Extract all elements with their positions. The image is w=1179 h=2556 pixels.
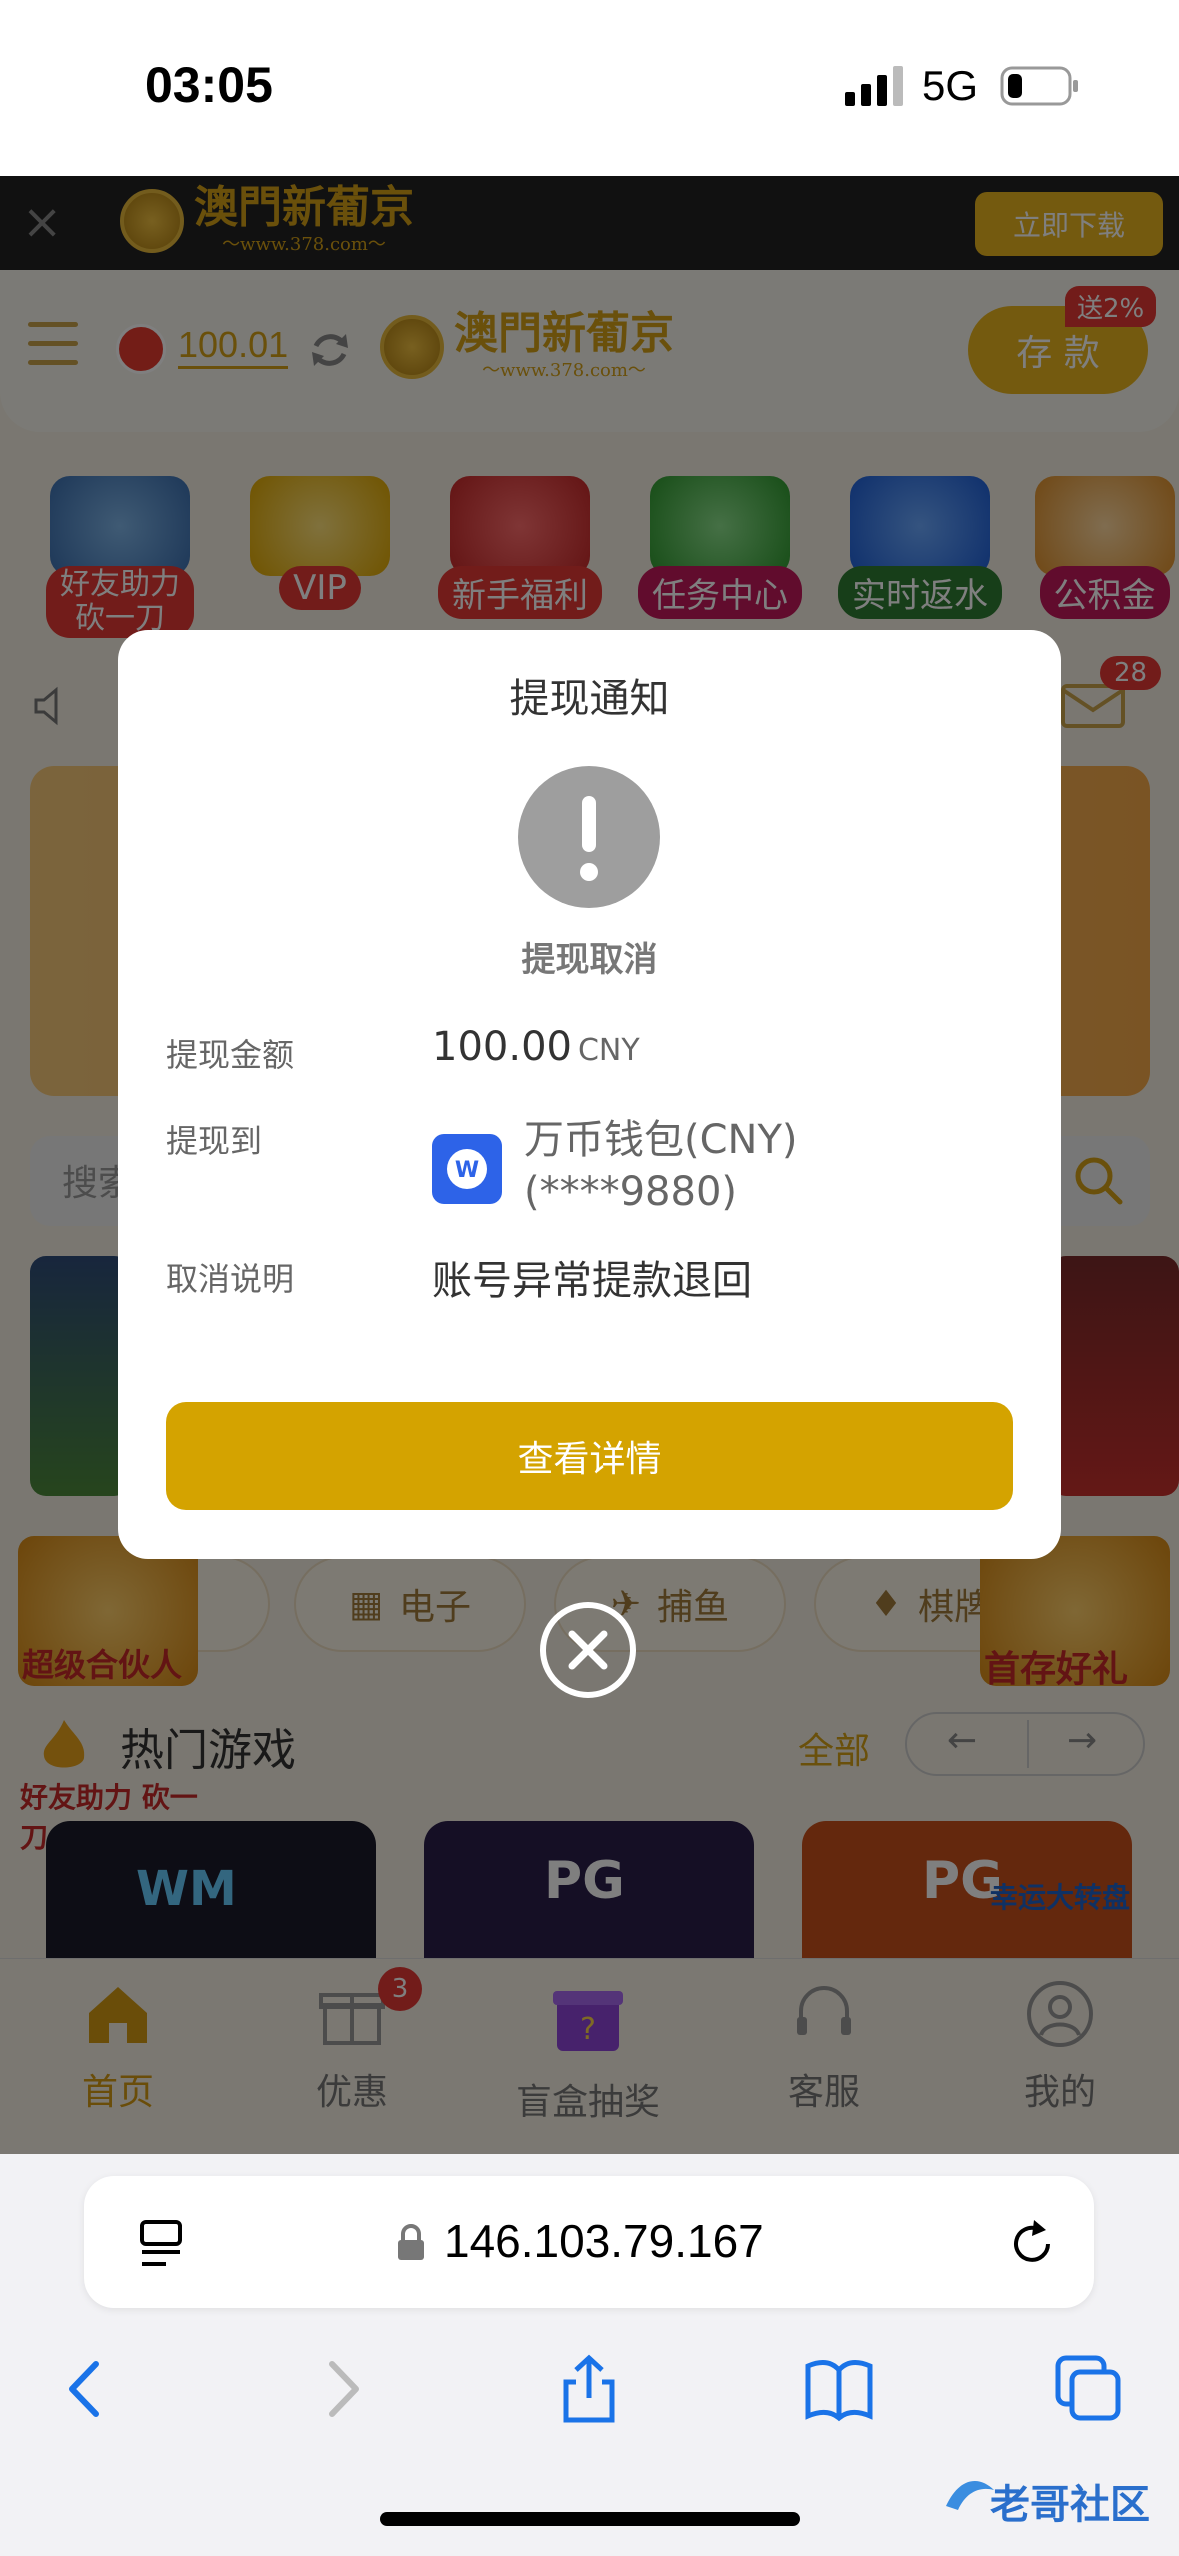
wallet-icon: W (432, 1134, 502, 1204)
reload-icon[interactable] (1004, 2216, 1060, 2272)
watermark-text: 老哥社区 (990, 2482, 1150, 2528)
amount-currency: CNY (577, 1033, 640, 1068)
home-indicator (380, 2512, 800, 2526)
amount-label: 提现金额 (166, 1036, 295, 1074)
wallet-name: 万币钱包(CNY) (****9880) (524, 1114, 798, 1218)
amount-value-row: 100.00 CNY (432, 1024, 640, 1070)
wallet-account: (****9880) (524, 1169, 738, 1215)
withdrawal-status: 提现取消 (521, 940, 658, 980)
exclamation-icon (518, 766, 660, 908)
watermark-logo: 老哥社区 (940, 2456, 1170, 2536)
bookmarks-icon[interactable] (804, 2354, 874, 2424)
back-icon[interactable] (52, 2354, 122, 2424)
address-bar[interactable]: 146.103.79.167 (84, 2176, 1094, 2308)
withdrawal-notice-dialog: 提现通知 提现取消 提现金额 100.00 CNY 提现到 W 万币钱包(CNY)… (118, 630, 1061, 1559)
wallet-name-line: 万币钱包(CNY) (524, 1117, 798, 1163)
signal-icon (845, 66, 903, 106)
url-text: 146.103.79.167 (444, 2215, 764, 2267)
forward-icon[interactable] (306, 2354, 376, 2424)
lock-icon (398, 2224, 424, 2260)
destination-label: 提现到 (166, 1122, 263, 1160)
reason-value: 账号异常提款退回 (432, 1258, 752, 1304)
share-icon[interactable] (554, 2354, 624, 2424)
page-menu-icon[interactable] (136, 2218, 186, 2270)
amount-value: 100.00 (432, 1024, 572, 1070)
close-dialog-icon[interactable] (540, 1602, 636, 1698)
battery-icon (1000, 66, 1078, 106)
status-bar: 03:05 5G (0, 0, 1179, 176)
dialog-title: 提现通知 (509, 676, 670, 722)
svg-text:W: W (455, 1158, 479, 1183)
view-details-button[interactable]: 查看详情 (166, 1402, 1013, 1510)
reason-label: 取消说明 (166, 1260, 295, 1298)
status-time: 03:05 (145, 57, 273, 113)
network-type: 5G (922, 62, 979, 109)
tabs-icon[interactable] (1054, 2354, 1124, 2424)
